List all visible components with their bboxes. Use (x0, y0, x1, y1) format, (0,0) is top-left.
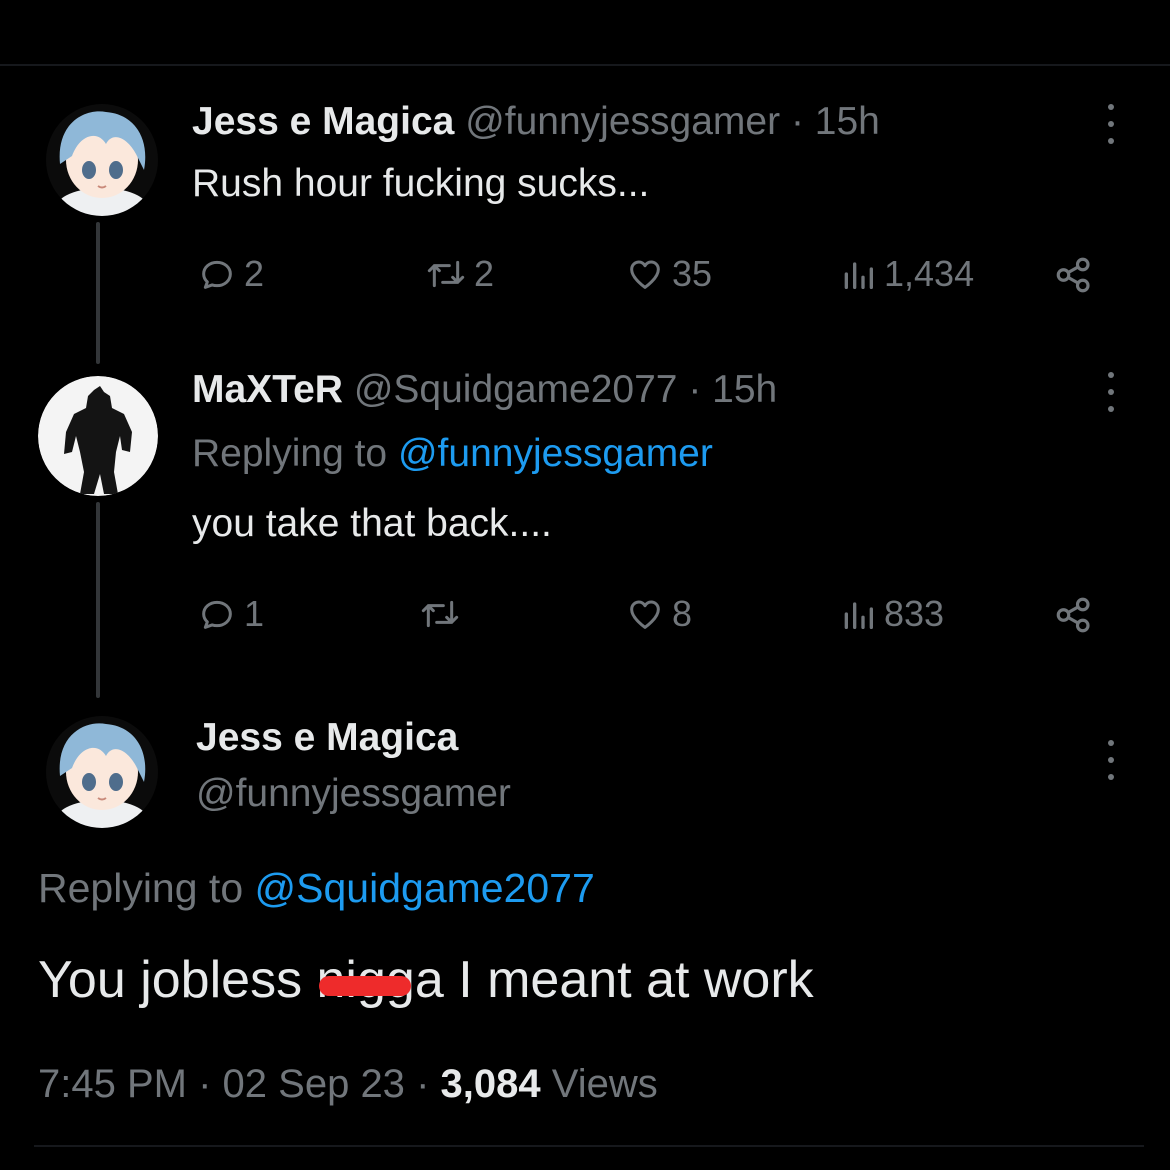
timestamp[interactable]: 15h (712, 368, 777, 411)
separator: · (790, 100, 804, 143)
more-icon[interactable] (1105, 740, 1117, 780)
thread-connector (96, 222, 100, 364)
like-count: 35 (672, 253, 713, 294)
author-handle-text[interactable]: @funnyjessgamer (196, 772, 511, 815)
mention-link[interactable]: @funnyjessgamer (398, 432, 713, 475)
text-part: I meant at work (443, 951, 814, 1009)
replying-label: Replying to (38, 865, 244, 911)
censored-word: nigga (317, 950, 444, 1010)
views-count[interactable]: 3,084 (441, 1062, 541, 1106)
author-handle[interactable]: @funnyjessgamer (465, 100, 780, 143)
reply-icon (202, 600, 232, 629)
mention-link[interactable]: @Squidgame2077 (255, 865, 595, 911)
bottom-divider (34, 1145, 1144, 1147)
retweet-icon (421, 600, 459, 628)
share-button[interactable] (1052, 594, 1096, 636)
thread-connector (96, 502, 100, 698)
separator: · (416, 1062, 430, 1106)
timestamp[interactable]: 15h (815, 100, 880, 143)
tweet-text: Rush hour fucking sucks... (192, 162, 650, 205)
like-icon (630, 600, 660, 629)
retweet-count: 2 (474, 253, 495, 294)
tweet-time[interactable]: 7:45 PM (38, 1062, 187, 1106)
text-part: You jobless (38, 951, 317, 1009)
replying-to: Replying to @funnyjessgamer (192, 430, 713, 478)
views-button[interactable]: 1,434 (838, 254, 974, 294)
retweet-icon (427, 260, 465, 288)
reply-icon (202, 260, 232, 289)
like-button[interactable]: 35 (624, 254, 712, 294)
top-divider (0, 64, 1170, 66)
share-icon (1056, 597, 1090, 633)
replying-to: Replying to @Squidgame2077 (38, 864, 595, 912)
views-icon (844, 602, 873, 629)
reply-button[interactable]: 2 (196, 254, 264, 294)
like-button[interactable]: 8 (624, 594, 692, 634)
share-icon (1056, 257, 1090, 293)
author-name-text[interactable]: Jess e Magica (196, 716, 458, 759)
avatar[interactable] (46, 104, 158, 216)
views-icon (844, 262, 873, 289)
separator: · (688, 368, 702, 411)
views-count: 833 (884, 593, 945, 634)
author-handle[interactable]: @funnyjessgamer (196, 770, 511, 818)
like-count: 8 (672, 593, 693, 634)
tweet-header: Jess e Magica @funnyjessgamer · 15h (192, 98, 880, 146)
reply-button[interactable]: 1 (196, 594, 264, 634)
avatar[interactable] (38, 376, 158, 496)
retweet-button[interactable]: 2 (424, 254, 494, 294)
share-button[interactable] (1052, 254, 1096, 296)
censor-mark (318, 976, 411, 996)
reply-count: 2 (244, 253, 265, 294)
tweet-date[interactable]: 02 Sep 23 (223, 1062, 405, 1106)
tweet-text: You jobless nigga I meant at work (38, 950, 814, 1010)
author-name[interactable]: Jess e Magica (196, 714, 458, 762)
replying-label: Replying to (192, 432, 388, 475)
views-label: Views (551, 1062, 658, 1106)
views-button[interactable]: 833 (838, 594, 944, 634)
reply-count: 1 (244, 593, 265, 634)
more-icon[interactable] (1105, 372, 1117, 412)
author-name[interactable]: MaXTeR (192, 368, 343, 411)
tweet-meta: 7:45 PM · 02 Sep 23 · 3,084 Views (38, 1060, 658, 1108)
separator: · (198, 1062, 212, 1106)
retweet-button[interactable] (418, 594, 468, 634)
avatar[interactable] (46, 716, 158, 828)
author-name[interactable]: Jess e Magica (192, 100, 454, 143)
more-icon[interactable] (1105, 104, 1117, 144)
author-handle[interactable]: @Squidgame2077 (354, 368, 678, 411)
like-icon (630, 260, 660, 289)
tweet-text: you take that back.... (192, 502, 552, 545)
tweet-header: MaXTeR @Squidgame2077 · 15h (192, 366, 777, 414)
views-count: 1,434 (884, 253, 975, 294)
